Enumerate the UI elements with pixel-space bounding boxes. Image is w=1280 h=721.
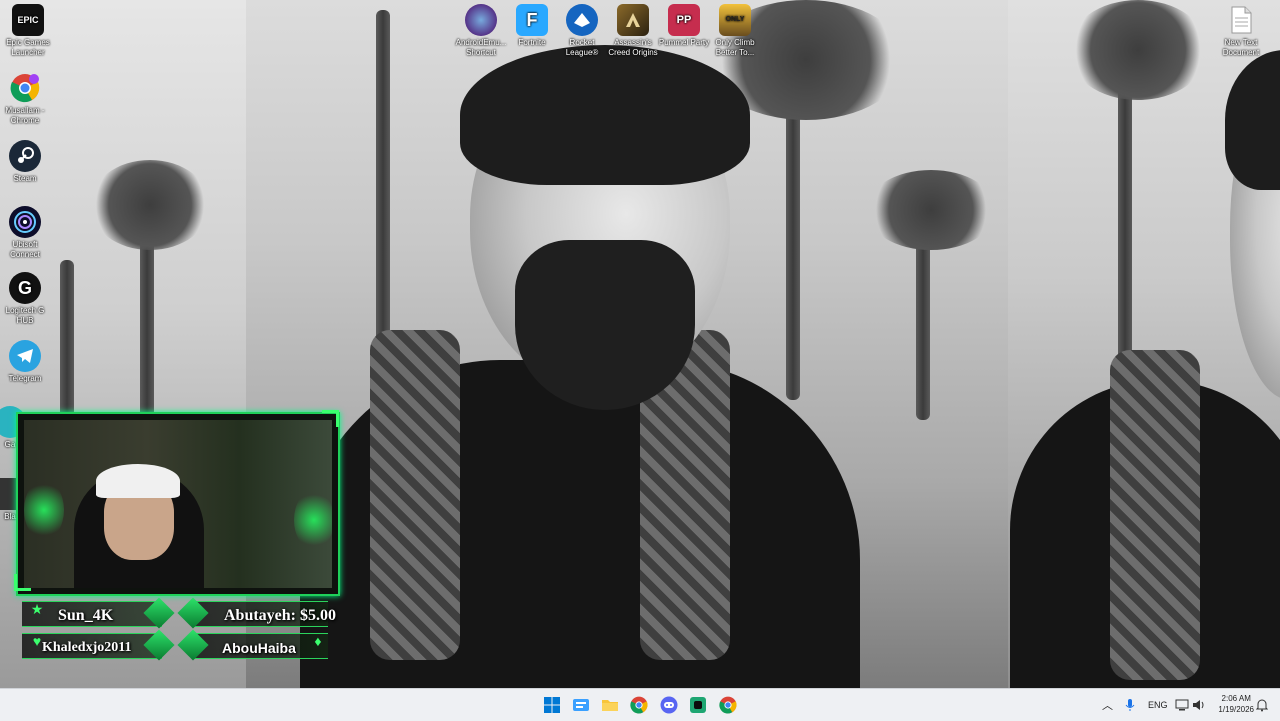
rocket-league-icon (566, 4, 598, 36)
chrome-profile-taskbar-button[interactable] (717, 695, 739, 715)
bell-icon (1256, 699, 1268, 711)
overlay-top-donation: Abutayeh: $5.00 (224, 603, 336, 629)
app-taskbar-button[interactable] (687, 695, 709, 715)
chrome-icon (630, 696, 648, 714)
desktop-icon-label: Logitech G HUB (5, 306, 45, 325)
language-indicator[interactable]: ENG (1148, 689, 1168, 721)
desktop-icon-label: Only Climb Better To... (715, 38, 755, 57)
chevron-up-icon: ︿ (1102, 700, 1113, 712)
steam-icon (9, 140, 41, 172)
desktop-icon-assassins-creed[interactable]: Assassin's Creed Origins (605, 4, 661, 58)
start-icon (544, 697, 560, 713)
desktop-icon-rocket-league[interactable]: Rocket League® (554, 4, 610, 58)
wallpaper-person-beard (515, 240, 695, 410)
epic-games-icon: EPIC (12, 4, 44, 36)
donation-name: Abutayeh: $5.00 (224, 607, 337, 624)
wallpaper-scarf (370, 330, 460, 660)
chrome-icon (9, 72, 41, 104)
only-climb-icon: ONLY (719, 4, 751, 36)
chrome-taskbar-button[interactable] (628, 695, 650, 715)
overlay-top-follower: Sun_4K (58, 603, 113, 629)
palm-frond (866, 170, 996, 250)
desktop-icon-pummel-party[interactable]: PP Pummel Party (656, 4, 712, 48)
desktop-icon-label: Fortnite (518, 38, 546, 47)
desktop-icon-telegram[interactable]: Telegram (0, 340, 53, 384)
overlay-bottom-subscriber: Khaledxjo2011 (42, 635, 131, 661)
assassins-creed-icon (617, 4, 649, 36)
clock-time: 2:06 AM (1221, 694, 1251, 703)
chrome-icon (719, 696, 737, 714)
telegram-icon (9, 340, 41, 372)
discord-icon (660, 696, 678, 714)
desktop-icon-fortnite[interactable]: F Fortnite (504, 4, 560, 48)
file-explorer-icon (602, 700, 618, 711)
microphone-button[interactable] (1125, 689, 1135, 721)
desktop-icon-label: Ubisoft Connect (10, 240, 40, 259)
desktop-icon-label: AndroidEmu... Shortcut (455, 38, 507, 57)
logitech-icon: G (9, 272, 41, 304)
ubisoft-icon (9, 206, 41, 238)
streamer-cap (96, 464, 180, 498)
clock-date: 1/19/2026 (1218, 705, 1254, 714)
wallpaper-person-hair (460, 45, 750, 185)
desktop-icon-label: Epic Games Launcher (6, 38, 50, 57)
desktop-icon-epic-games[interactable]: EPIC Epic Games Launcher (0, 4, 56, 58)
pummel-party-icon: PP (668, 4, 700, 36)
widgets-icon (573, 699, 589, 711)
desktop-icon-label: Telegram (8, 374, 42, 383)
desktop-icon-steam[interactable]: Steam (0, 140, 53, 184)
android-emulator-icon (465, 4, 497, 36)
text-document-icon (1225, 4, 1257, 36)
microphone-icon (1125, 699, 1135, 711)
overlay-bottom-cheer: AbouHaiba (222, 635, 296, 661)
app-icon (690, 697, 706, 713)
cheer-name: AbouHaiba (222, 640, 296, 656)
webcam-light (24, 480, 64, 540)
volume-button[interactable] (1192, 689, 1206, 721)
desktop-icon-chrome-profile[interactable]: Musallam - Chrome (0, 72, 53, 126)
desktop-icon-label: Musallam - Chrome (5, 106, 45, 125)
desktop-icon-ubisoft[interactable]: Ubisoft Connect (0, 206, 53, 260)
widgets-button[interactable] (570, 695, 592, 715)
overlay-corner (322, 410, 339, 427)
desktop-icon-only-climb[interactable]: ONLY Only Climb Better To... (707, 4, 763, 58)
desktop-icon-logitech[interactable]: G Logitech G HUB (0, 272, 53, 326)
taskbar: ︿ ENG 2:06 AM 1/19/2026 (0, 688, 1280, 721)
taskbar-clock[interactable]: 2:06 AM 1/19/2026 (1218, 693, 1254, 715)
follower-name: Sun_4K (58, 607, 114, 624)
webcam-frame (16, 412, 340, 596)
show-hidden-icons-button[interactable]: ︿ (1102, 689, 1113, 721)
palm-frond (1068, 0, 1208, 100)
network-button[interactable] (1175, 689, 1189, 721)
palm-frond (90, 160, 210, 250)
start-button[interactable] (541, 695, 563, 715)
palm-trunk (376, 10, 390, 370)
desktop-icon-label: Pummel Party (658, 38, 710, 47)
fortnite-icon: F (516, 4, 548, 36)
network-icon (1175, 699, 1189, 711)
discord-taskbar-button[interactable] (658, 695, 680, 715)
file-explorer-button[interactable] (599, 695, 621, 715)
wallpaper-scarf (1110, 350, 1200, 680)
subscriber-name: Khaledxjo2011 (42, 640, 132, 655)
language-label: ENG (1148, 700, 1168, 710)
overlay-corner (14, 574, 31, 591)
desktop-icon-label: Rocket League® (565, 38, 599, 57)
desktop-icon-label: New Text Document (1222, 38, 1260, 57)
volume-icon (1193, 700, 1204, 710)
desktop-icon-android-emulator[interactable]: AndroidEmu... Shortcut (453, 4, 509, 58)
desktop-icon-label: Assassin's Creed Origins (608, 38, 658, 57)
webcam-feed (24, 420, 332, 588)
notifications-button[interactable] (1256, 689, 1268, 721)
desktop-icon-new-text-document[interactable]: New Text Document (1213, 4, 1269, 58)
webcam-light (294, 490, 332, 550)
diamond-icon: ♦ (314, 633, 322, 649)
star-icon: ★ (30, 601, 44, 617)
desktop-icon-label: Steam (13, 174, 37, 183)
